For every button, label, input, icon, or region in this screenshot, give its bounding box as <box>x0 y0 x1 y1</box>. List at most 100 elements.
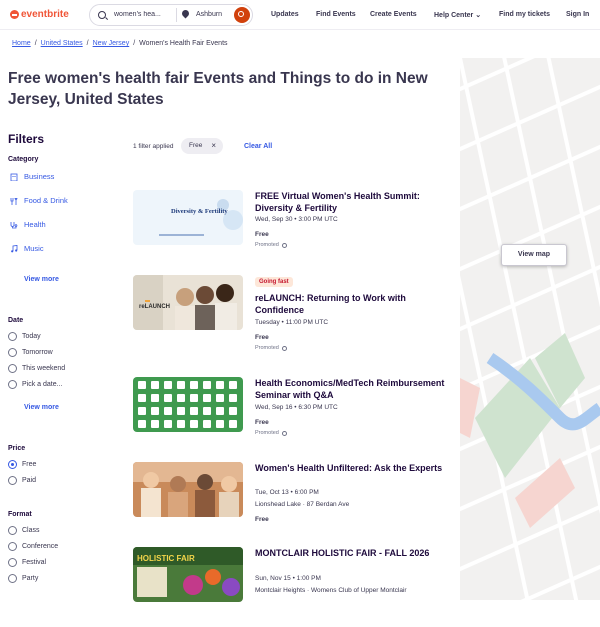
breadcrumb-separator: / <box>34 40 37 47</box>
event-image[interactable]: reLAUNCH <box>133 275 243 330</box>
nav-help-center[interactable]: Help Center ⌄ <box>434 11 481 19</box>
category-health-label: Health <box>24 220 46 229</box>
event-price: Free <box>255 419 269 426</box>
event-datetime: Wed, Sep 16 • 6:30 PM UTC <box>255 404 338 411</box>
info-icon[interactable] <box>281 242 287 248</box>
event-datetime: Tuesday • 11:00 PM UTC <box>255 319 329 326</box>
location-input[interactable]: Ashburn <box>196 11 222 18</box>
promoted-label: Promoted <box>255 430 287 436</box>
format-option-party[interactable]: Party <box>8 574 38 583</box>
nav-find-my-tickets[interactable]: Find my tickets <box>499 11 550 18</box>
date-option-tomorrow[interactable]: Tomorrow <box>8 348 53 357</box>
format-option-label: Class <box>22 527 40 534</box>
event-title[interactable]: Health Economics/MedTech Reimbursement S… <box>255 377 445 401</box>
format-label: Format <box>8 511 32 518</box>
category-music[interactable]: Music <box>10 244 44 253</box>
date-option-today[interactable]: Today <box>8 332 41 341</box>
category-business-label: Business <box>24 172 55 181</box>
search-divider <box>176 8 177 22</box>
event-datetime: Tue, Oct 13 • 6:00 PM <box>255 489 319 496</box>
info-icon[interactable] <box>281 345 287 351</box>
clear-all-link[interactable]: Clear All <box>244 143 272 150</box>
eventbrite-logo[interactable]: eventbrite <box>10 9 69 20</box>
radio-button[interactable] <box>8 364 17 373</box>
event-image[interactable] <box>133 462 243 517</box>
promoted-text: Promoted <box>255 345 279 351</box>
breadcrumb-united-states[interactable]: United States <box>41 40 83 47</box>
category-business[interactable]: Business <box>10 172 54 181</box>
format-option-conference[interactable]: Conference <box>8 542 58 551</box>
applied-filter-chip[interactable]: Free × <box>181 138 223 154</box>
promoted-text: Promoted <box>255 430 279 436</box>
date-option-label: Tomorrow <box>22 349 53 356</box>
category-label: Category <box>8 156 39 163</box>
radio-button[interactable] <box>8 380 17 389</box>
search-submit-button[interactable] <box>234 7 250 23</box>
event-card[interactable]: Women's Health Unfiltered: Ask the Exper… <box>133 462 448 542</box>
search-input[interactable]: women's hea... <box>114 11 174 18</box>
radio-button-selected[interactable] <box>8 460 17 469</box>
event-datetime: Sun, Nov 15 • 1:00 PM <box>255 575 321 582</box>
category-view-more-link[interactable]: View more <box>24 276 59 283</box>
event-price: Free <box>255 231 269 238</box>
nav-sign-in[interactable]: Sign In <box>566 11 589 18</box>
event-venue: Lionshead Lake · 87 Berdan Ave <box>255 501 350 508</box>
format-option-label: Festival <box>22 559 47 566</box>
category-health[interactable]: Health <box>10 220 46 229</box>
nav-find-events[interactable]: Find Events <box>316 11 356 18</box>
building-icon <box>10 173 18 181</box>
breadcrumb-home[interactable]: Home <box>12 40 31 47</box>
event-price: Free <box>255 516 269 523</box>
radio-button[interactable] <box>8 332 17 341</box>
date-view-more-link[interactable]: View more <box>24 404 59 411</box>
nav-updates[interactable]: Updates <box>271 11 299 18</box>
event-title[interactable]: reLAUNCH: Returning to Work with Confide… <box>255 292 445 316</box>
event-image[interactable]: HOLISTIC FAIR <box>133 547 243 602</box>
event-title[interactable]: Women's Health Unfiltered: Ask the Exper… <box>255 462 445 474</box>
format-option-class[interactable]: Class <box>8 526 40 535</box>
event-title[interactable]: FREE Virtual Women's Health Summit: Dive… <box>255 190 445 214</box>
format-option-label: Conference <box>22 543 59 550</box>
category-food-drink[interactable]: Food & Drink <box>10 196 68 205</box>
map-panel[interactable]: View map <box>460 58 600 600</box>
radio-button[interactable] <box>8 558 17 567</box>
event-image[interactable]: Diversity & Fertility <box>133 190 243 245</box>
event-title[interactable]: MONTCLAIR HOLISTIC FAIR - FALL 2026 <box>255 547 445 559</box>
event-card[interactable]: Diversity & Fertility FREE Virtual Women… <box>133 190 448 270</box>
close-icon[interactable]: × <box>211 138 216 154</box>
date-option-this-weekend[interactable]: This weekend <box>8 364 65 373</box>
price-option-label: Free <box>22 461 37 468</box>
radio-button[interactable] <box>8 348 17 357</box>
category-food-drink-label: Food & Drink <box>24 196 68 205</box>
view-map-button[interactable]: View map <box>501 244 567 266</box>
info-icon[interactable] <box>281 430 287 436</box>
breadcrumb-current: Women's Health Fair Events <box>139 40 228 47</box>
event-card[interactable]: Health Economics/MedTech Reimbursement S… <box>133 377 448 457</box>
music-note-icon <box>10 244 18 253</box>
category-music-label: Music <box>24 244 44 253</box>
date-option-label: Today <box>22 333 41 340</box>
event-image[interactable] <box>133 377 243 432</box>
chip-label: Free <box>189 142 203 149</box>
promoted-label: Promoted <box>255 345 287 351</box>
breadcrumb-new-jersey[interactable]: New Jersey <box>93 40 130 47</box>
price-option-paid[interactable]: Paid <box>8 476 36 485</box>
stethoscope-icon <box>10 221 18 229</box>
event-card[interactable]: reLAUNCH Going fast reLAUNCH: Returning … <box>133 275 448 355</box>
radio-button[interactable] <box>8 542 17 551</box>
nav-create-events[interactable]: Create Events <box>370 11 417 18</box>
promoted-text: Promoted <box>255 242 279 248</box>
radio-button[interactable] <box>8 476 17 485</box>
logo-text: eventbrite <box>21 9 69 20</box>
event-image-text: HOLISTIC FAIR <box>137 554 195 563</box>
map-graphic <box>460 58 600 600</box>
search-bar[interactable]: women's hea... Ashburn <box>89 4 253 26</box>
event-image-text: reLAUNCH <box>139 304 170 310</box>
price-option-free[interactable]: Free <box>8 460 36 469</box>
radio-button[interactable] <box>8 574 17 583</box>
event-card[interactable]: HOLISTIC FAIR MONTCLAIR HOLISTIC FAIR - … <box>133 547 448 627</box>
radio-button[interactable] <box>8 526 17 535</box>
date-option-label: This weekend <box>22 365 66 372</box>
format-option-festival[interactable]: Festival <box>8 558 46 567</box>
date-option-pick-a-date[interactable]: Pick a date... <box>8 380 62 389</box>
